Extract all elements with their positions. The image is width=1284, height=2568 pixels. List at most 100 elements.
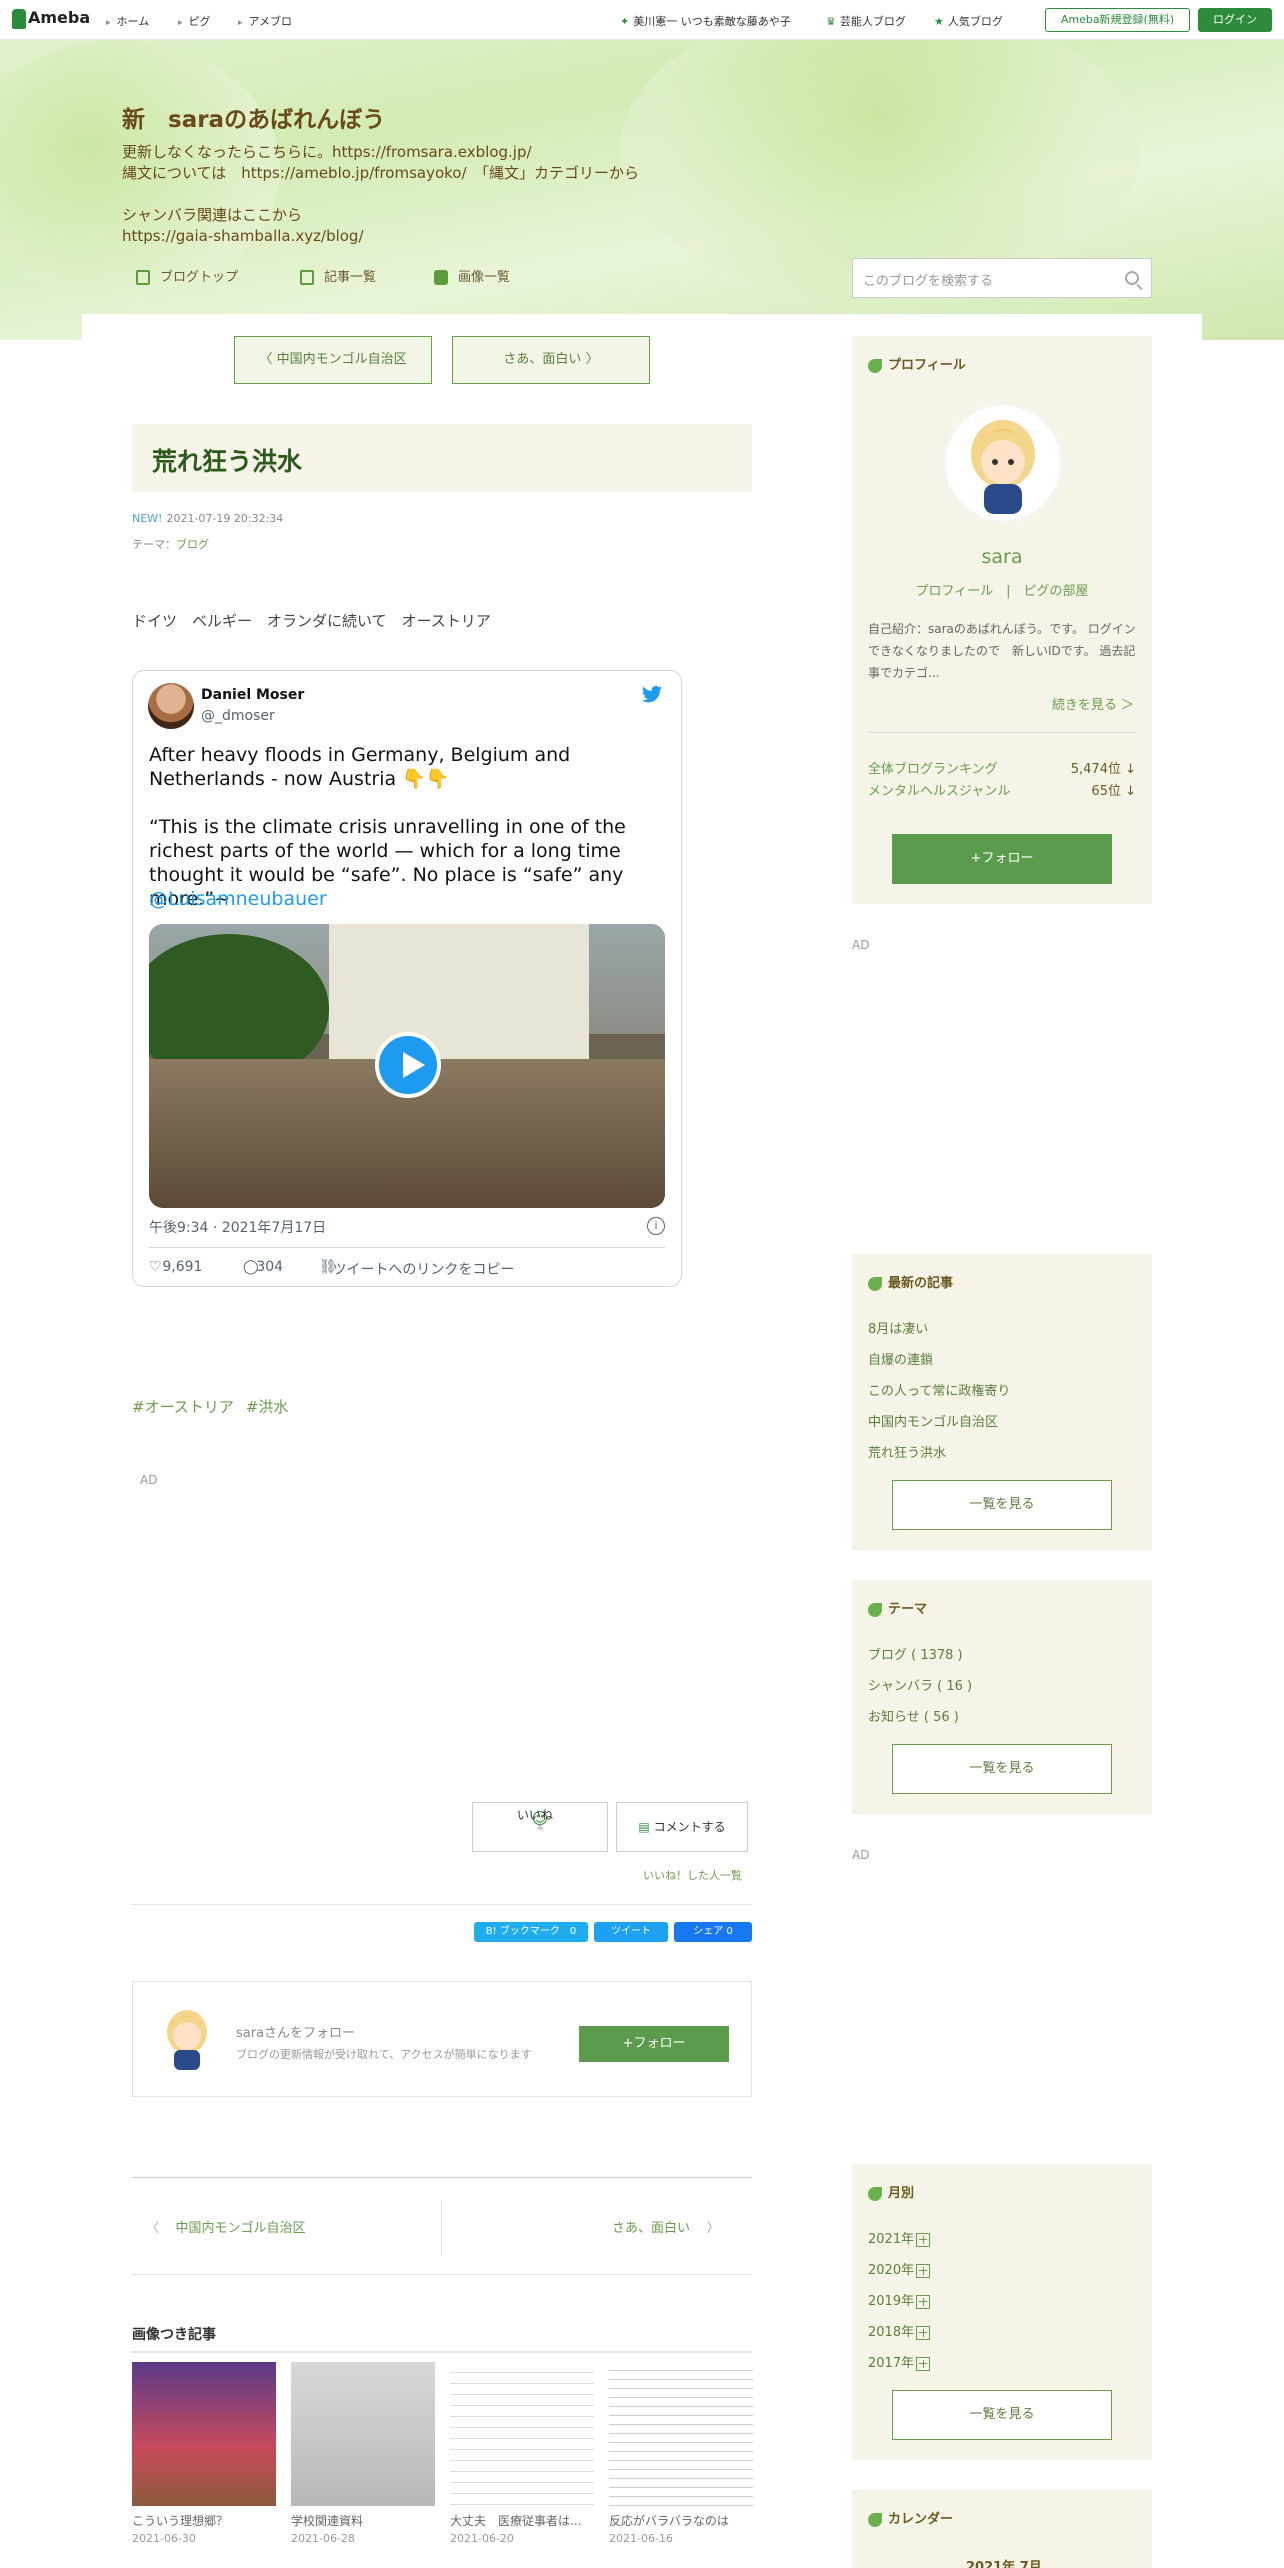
recent-article-link[interactable]: 荒れ狂う洪水 (868, 1442, 946, 1461)
tweet-copy-link-button[interactable]: ⛓ ツイートへのリンクをコピー (319, 1259, 514, 1278)
image-article-thumb[interactable] (291, 2362, 435, 2506)
play-icon[interactable] (375, 1032, 441, 1098)
nav-pigg[interactable]: ピグ (178, 13, 211, 29)
widget-title: テーマ (868, 1598, 927, 1617)
nav-blog-top[interactable]: ブログトップ (136, 266, 238, 285)
image-article-date: 2021-06-16 (609, 2532, 673, 2545)
tweet-share-button[interactable]: ツイート (594, 1922, 668, 1942)
nav-ameblo[interactable]: アメブロ (238, 13, 292, 29)
nav-featured[interactable]: ✦ 美川憲一 いつも素敵な藤あや子 (620, 13, 791, 29)
avatar[interactable] (157, 2004, 217, 2072)
hatena-bookmark-button[interactable]: B! ブックマーク 0 (474, 1922, 588, 1942)
chevron-right-icon: 〉 (706, 2221, 720, 2236)
embedded-tweet[interactable]: Daniel Moser @_dmoser After heavy floods… (132, 670, 682, 1287)
nav-article-list[interactable]: 記事一覧 (300, 266, 376, 285)
calendar-widget: カレンダー 2021年 7月 (852, 2490, 1152, 2568)
tweet-like-button[interactable]: ♡ 9,691 (149, 1259, 202, 1275)
follow-title: saraさんをフォロー (236, 2026, 356, 2041)
theme-more-button[interactable]: 一覧を見る (892, 1744, 1112, 1794)
chevron-left-icon: 〈 (259, 352, 277, 367)
image-article-caption[interactable]: こういう理想郷？ (132, 2512, 228, 2529)
avatar[interactable] (148, 683, 194, 729)
tweet-video[interactable] (149, 924, 665, 1208)
tweet-paragraph: After heavy floods in Germany, Belgium a… (149, 744, 571, 790)
profile-links[interactable]: プロフィール | ピグの部屋 (852, 580, 1152, 599)
blog-title[interactable]: 新 saraのあばれんぼう (122, 100, 639, 134)
month-archive-link[interactable]: 2021年 (868, 2228, 930, 2247)
tweet-author-handle[interactable]: @_dmoser (201, 708, 275, 724)
month-archive-link[interactable]: 2017年 (868, 2352, 930, 2371)
tweet-author-name[interactable]: Daniel Moser (201, 687, 304, 703)
tweet-mention-link[interactable]: @Luisamneubauer (149, 887, 669, 911)
image-article-caption[interactable]: 反応がバラバラなのは (609, 2512, 729, 2529)
month-archive-link[interactable]: 2019年 (868, 2290, 930, 2309)
hashtag-list: #オーストリア #洪水 (132, 1396, 300, 1417)
star-icon: ★ (934, 15, 944, 28)
image-article-date: 2021-06-20 (450, 2532, 514, 2545)
info-icon[interactable]: i (647, 1217, 665, 1235)
camera-icon (434, 270, 448, 285)
login-button[interactable]: ログイン (1198, 8, 1272, 32)
recent-article-link[interactable]: 自爆の連鎖 (868, 1349, 933, 1368)
monthly-widget: 月別 2021年 2020年 2019年 2018年 2017年 一覧を見る (852, 2164, 1152, 2460)
crown-icon: ♛ (826, 15, 836, 28)
register-button[interactable]: Ameba新規登録(無料) (1045, 8, 1190, 32)
prev-article-button[interactable]: 〈 中国内モンゴル自治区 (234, 336, 432, 384)
image-article-thumb[interactable] (132, 2362, 276, 2506)
blog-search-input[interactable]: このブログを検索する (852, 258, 1152, 298)
profile-more-link[interactable]: 続きを見る ＞ (1052, 694, 1134, 713)
follow-box: saraさんをフォロー ブログの更新情報が受け取れて、アクセスが簡単になります … (132, 1981, 752, 2097)
tweet-paragraph: “This is the climate crisis unravelling … (149, 815, 669, 911)
monthly-more-button[interactable]: 一覧を見る (892, 2390, 1112, 2440)
widget-title: 月別 (868, 2182, 914, 2201)
image-article-thumb[interactable] (609, 2362, 753, 2506)
avatar[interactable] (944, 404, 1062, 522)
profile-name[interactable]: sara (852, 546, 1152, 568)
recent-article-link[interactable]: 8月は凄い (868, 1318, 928, 1337)
tweet-timestamp[interactable]: 午後9:34 · 2021年7月17日 (149, 1217, 326, 1237)
recent-more-button[interactable]: 一覧を見る (892, 1480, 1112, 1530)
comment-button[interactable]: ▤ コメントする (616, 1802, 748, 1852)
hashtag-link[interactable]: #洪水 (246, 1398, 289, 1416)
ranking-overall[interactable]: 全体ブログランキング 5,474位 ↓ (868, 758, 1136, 777)
hashtag-link[interactable]: #オーストリア (132, 1398, 234, 1416)
image-article-caption[interactable]: 学校関連資料 (291, 2512, 363, 2529)
sidebar-follow-button[interactable]: +フォロー (892, 834, 1112, 884)
blog-desc-line: 更新しなくなったらこちらに。https://fromsara.exblog.jp… (122, 143, 532, 161)
next-article-link[interactable]: さあ、面白い 〉 (612, 2217, 720, 2236)
recent-article-link[interactable]: 中国内モンゴル自治区 (868, 1411, 998, 1430)
article-title[interactable]: 荒れ狂う洪水 (132, 424, 752, 492)
new-badge: NEW! (132, 512, 163, 525)
theme-link[interactable]: ブログ (176, 538, 209, 551)
image-article-caption[interactable]: 大丈夫 医療従事者は... (450, 2512, 581, 2529)
prev-article-link[interactable]: 〈 中国内モンゴル自治区 (146, 2217, 306, 2236)
next-article-button[interactable]: さあ、面白い 〉 (452, 336, 650, 384)
theme-link[interactable]: お知らせ ( 56 ) (868, 1706, 959, 1725)
month-archive-link[interactable]: 2018年 (868, 2321, 930, 2340)
ranking-genre[interactable]: メンタルヘルスジャンル 65位 ↓ (868, 780, 1136, 799)
image-article-thumb[interactable] (450, 2362, 594, 2506)
ameba-logo[interactable]: Ameba (12, 8, 90, 29)
like-button[interactable]: ☺ いいね 4 (472, 1802, 608, 1852)
blog-header: 新 saraのあばれんぼう 更新しなくなったらこちらに。https://from… (122, 100, 639, 247)
profile-widget: プロフィール sara プロフィール | ピグの部屋 自己紹介：saraのあばれ… (852, 336, 1152, 904)
recent-articles-widget: 最新の記事 8月は凄い 自爆の連鎖 この人って常に政権寄り 中国内モンゴル自治区… (852, 1254, 1152, 1550)
tweet-reply-button[interactable]: ◯ 304 (243, 1259, 283, 1275)
global-nav: Ameba ホーム ピグ アメブロ ✦美川憲一 いつも素敵な藤あや子 ♛芸能人ブ… (0, 0, 1284, 40)
theme-link[interactable]: ブログ ( 1378 ) (868, 1644, 963, 1663)
twitter-bird-icon[interactable] (641, 685, 663, 711)
search-icon[interactable] (1125, 271, 1139, 285)
facebook-share-button[interactable]: シェア 0 (674, 1922, 752, 1942)
nav-image-list[interactable]: 画像一覧 (434, 266, 510, 285)
recent-article-link[interactable]: この人って常に政権寄り (868, 1380, 1010, 1399)
follow-button[interactable]: +フォロー (579, 2026, 729, 2062)
calendar-month: 2021年 7月 (966, 2560, 1042, 2568)
month-archive-link[interactable]: 2020年 (868, 2259, 930, 2278)
nav-home[interactable]: ホーム (106, 13, 150, 29)
like-list-link[interactable]: いいね！した人一覧 (643, 1867, 742, 1883)
chevron-left-icon: 〈 (146, 2221, 160, 2236)
nav-popular-blog[interactable]: ★ 人気ブログ (934, 13, 1003, 29)
comment-icon: ▤ (638, 1820, 650, 1834)
nav-celeb-blog[interactable]: ♛ 芸能人ブログ (826, 13, 906, 29)
theme-link[interactable]: シャンバラ ( 16 ) (868, 1675, 972, 1694)
